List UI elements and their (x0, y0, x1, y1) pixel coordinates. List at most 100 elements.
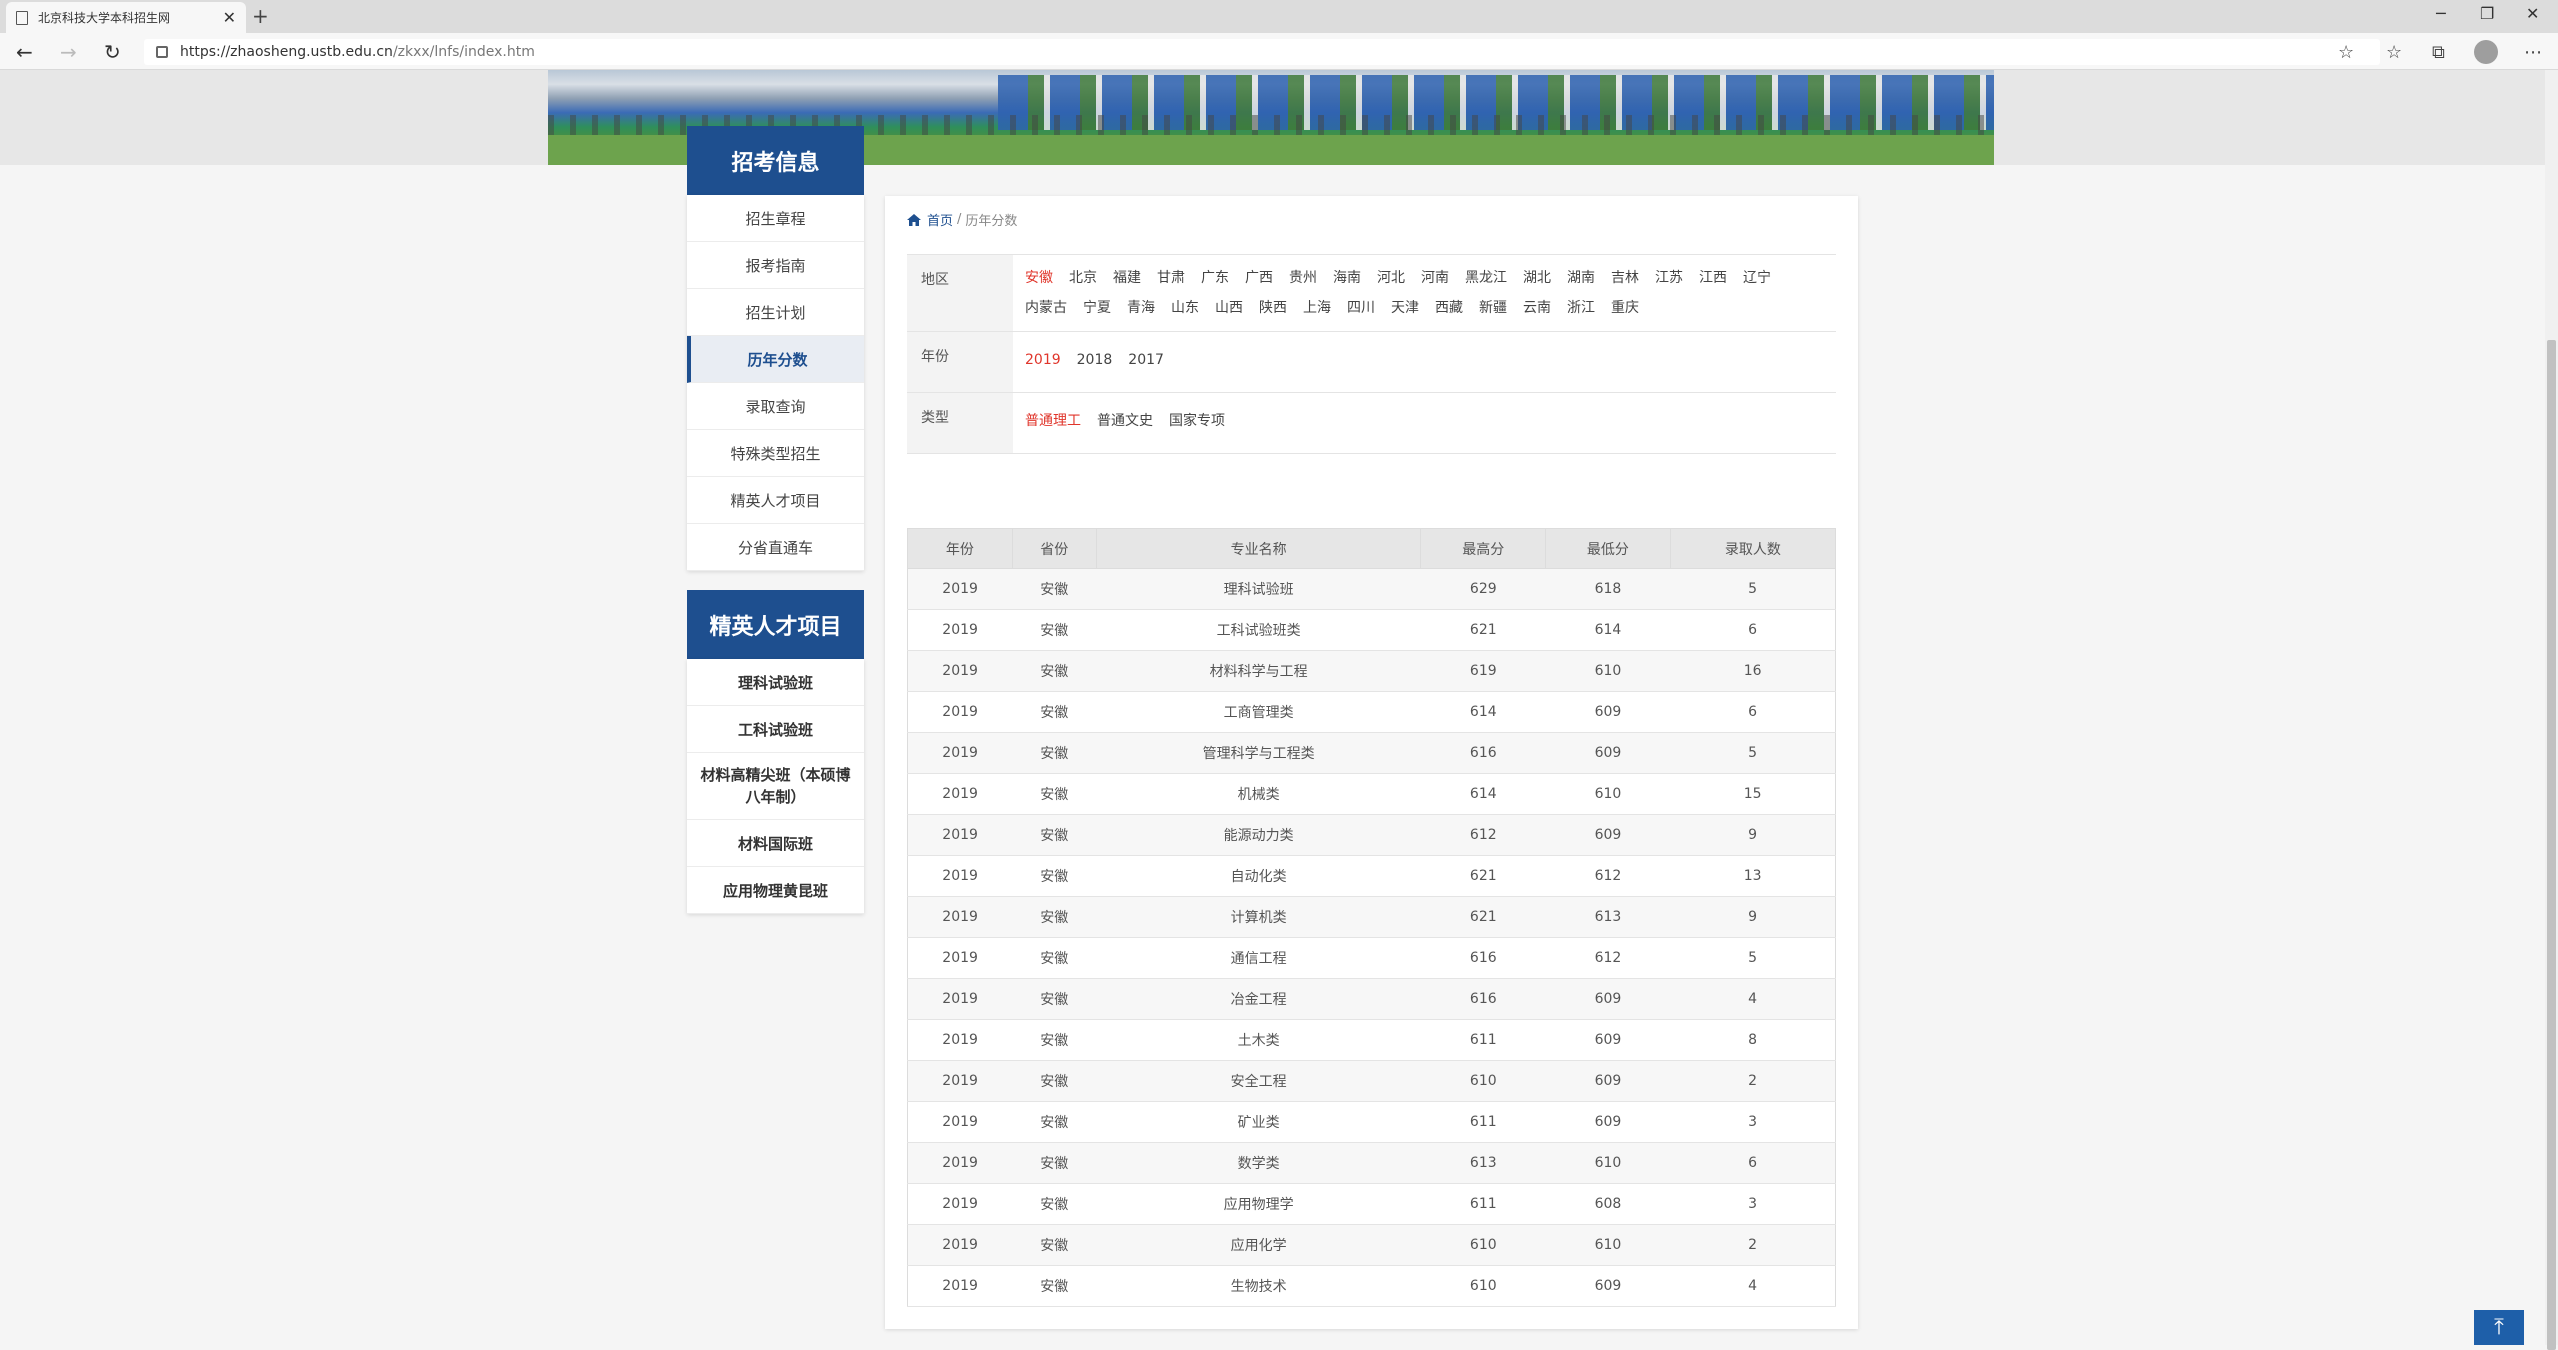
table-cell: 材料科学与工程 (1096, 650, 1421, 692)
table-row: 2019 安徽 应用化学 610 610 2 (907, 1224, 1837, 1266)
region-option[interactable]: 湖北 (1523, 263, 1551, 293)
table-cell: 15 (1670, 773, 1837, 815)
table-cell: 安徽 (1012, 1224, 1097, 1266)
sidebar-item-historical-scores[interactable]: 历年分数 (687, 336, 864, 383)
table-cell: 生物技术 (1096, 1265, 1421, 1307)
profile-avatar[interactable] (2474, 40, 2498, 64)
minimize-button[interactable]: ─ (2436, 4, 2446, 23)
region-option[interactable]: 湖南 (1567, 263, 1595, 293)
region-option[interactable]: 北京 (1069, 263, 1097, 293)
region-option[interactable]: 河南 (1421, 263, 1449, 293)
address-bar[interactable]: https://zhaosheng.ustb.edu.cn/zkxx/lnfs/… (144, 39, 2380, 65)
refresh-button[interactable]: ↻ (104, 40, 121, 64)
year-option[interactable]: 2019 (1025, 345, 1061, 375)
table-cell: 4 (1670, 1265, 1837, 1307)
more-menu-icon[interactable]: ⋯ (2524, 42, 2542, 63)
sidebar2-item-materials-international[interactable]: 材料国际班 (687, 820, 864, 867)
region-option[interactable]: 辽宁 (1743, 263, 1771, 293)
sidebar-item-admission-rules[interactable]: 招生章程 (687, 195, 864, 242)
region-option[interactable]: 黑龙江 (1465, 263, 1507, 293)
table-cell: 2019 (907, 1183, 1013, 1225)
table-cell: 612 (1545, 855, 1671, 897)
restore-button[interactable]: ❐ (2480, 4, 2494, 23)
sidebar2-item-physics-huangkun[interactable]: 应用物理黄昆班 (687, 867, 864, 914)
column-header: 专业名称 (1095, 528, 1422, 569)
table-row: 2019 安徽 生物技术 610 609 4 (907, 1265, 1837, 1307)
table-cell: 2019 (907, 855, 1013, 897)
column-header: 最高分 (1420, 528, 1547, 569)
region-option[interactable]: 新疆 (1479, 293, 1507, 323)
sidebar-item-special-admission[interactable]: 特殊类型招生 (687, 430, 864, 477)
region-option[interactable]: 福建 (1113, 263, 1141, 293)
region-option[interactable]: 四川 (1347, 293, 1375, 323)
new-tab-button[interactable]: + (252, 4, 269, 28)
sidebar-item-application-guide[interactable]: 报考指南 (687, 242, 864, 289)
sidebar2-item-materials-elite[interactable]: 材料高精尖班（本硕博八年制） (687, 753, 864, 820)
region-option[interactable]: 江苏 (1655, 263, 1683, 293)
table-cell: 6 (1670, 1142, 1837, 1184)
sidebar2-menu: 理科试验班 工科试验班 材料高精尖班（本硕博八年制） 材料国际班 应用物理黄昆班 (687, 659, 864, 914)
type-option[interactable]: 普通理工 (1025, 406, 1081, 436)
close-tab-icon[interactable]: ✕ (223, 8, 236, 27)
sidebar-item-admission-query[interactable]: 录取查询 (687, 383, 864, 430)
table-row: 2019 安徽 通信工程 616 612 5 (907, 937, 1837, 979)
region-option[interactable]: 陕西 (1259, 293, 1287, 323)
back-to-top-button[interactable]: ⤒ (2474, 1310, 2524, 1345)
region-option[interactable]: 江西 (1699, 263, 1727, 293)
type-option[interactable]: 普通文史 (1097, 406, 1153, 436)
table-cell: 安徽 (1012, 855, 1097, 897)
region-option[interactable]: 西藏 (1435, 293, 1463, 323)
region-option[interactable]: 海南 (1333, 263, 1361, 293)
region-option[interactable]: 广东 (1201, 263, 1229, 293)
region-option[interactable]: 河北 (1377, 263, 1405, 293)
back-button[interactable]: ← (16, 40, 33, 64)
browser-tab[interactable]: 北京科技大学本科招生网 ✕ (6, 2, 246, 33)
column-header: 录取人数 (1669, 528, 1837, 569)
region-option[interactable]: 浙江 (1567, 293, 1595, 323)
table-cell: 621 (1420, 855, 1546, 897)
table-row: 2019 安徽 矿业类 611 609 3 (907, 1101, 1837, 1143)
sidebar-item-enrollment-plan[interactable]: 招生计划 (687, 289, 864, 336)
forward-button[interactable]: → (60, 40, 77, 64)
sidebar-item-elite-program[interactable]: 精英人才项目 (687, 477, 864, 524)
region-option[interactable]: 天津 (1391, 293, 1419, 323)
table-cell: 612 (1545, 937, 1671, 979)
scrollbar-thumb[interactable] (2547, 340, 2556, 1350)
table-cell: 9 (1670, 814, 1837, 856)
region-option[interactable]: 上海 (1303, 293, 1331, 323)
table-row: 2019 安徽 安全工程 610 609 2 (907, 1060, 1837, 1102)
favorite-star-icon[interactable]: ☆ (2338, 42, 2354, 63)
sidebar2-item-science-pilot[interactable]: 理科试验班 (687, 659, 864, 706)
region-option[interactable]: 山西 (1215, 293, 1243, 323)
sidebar2-item-engineering-pilot[interactable]: 工科试验班 (687, 706, 864, 753)
sidebar-menu: 招生章程 报考指南 招生计划 历年分数 录取查询 特殊类型招生 精英人才项目 分… (687, 195, 864, 571)
collections-icon[interactable]: ⧉ (2432, 42, 2445, 63)
region-option[interactable]: 广西 (1245, 263, 1273, 293)
region-option[interactable]: 重庆 (1611, 293, 1639, 323)
sidebar-item-province-direct[interactable]: 分省直通车 (687, 524, 864, 571)
region-option[interactable]: 贵州 (1289, 263, 1317, 293)
region-option[interactable]: 山东 (1171, 293, 1199, 323)
region-option[interactable]: 吉林 (1611, 263, 1639, 293)
close-window-button[interactable]: ✕ (2526, 4, 2539, 23)
favorites-icon[interactable]: ☆ (2386, 42, 2402, 63)
table-cell: 安徽 (1012, 1265, 1097, 1307)
breadcrumb-home-link[interactable]: 首页 (927, 210, 953, 229)
table-cell: 应用化学 (1096, 1224, 1421, 1266)
year-option[interactable]: 2018 (1077, 345, 1113, 375)
region-option[interactable]: 内蒙古 (1025, 293, 1067, 323)
region-option[interactable]: 云南 (1523, 293, 1551, 323)
table-row: 2019 安徽 理科试验班 629 618 5 (907, 568, 1837, 610)
table-cell: 610 (1420, 1060, 1546, 1102)
region-option[interactable]: 青海 (1127, 293, 1155, 323)
type-option[interactable]: 国家专项 (1169, 406, 1225, 436)
region-option[interactable]: 安徽 (1025, 263, 1053, 293)
year-option[interactable]: 2017 (1128, 345, 1164, 375)
table-cell: 5 (1670, 568, 1837, 610)
table-cell: 机械类 (1096, 773, 1421, 815)
region-option[interactable]: 甘肃 (1157, 263, 1185, 293)
table-row: 2019 安徽 机械类 614 610 15 (907, 773, 1837, 815)
table-cell: 2019 (907, 568, 1013, 610)
region-option[interactable]: 宁夏 (1083, 293, 1111, 323)
table-cell: 2019 (907, 1265, 1013, 1307)
